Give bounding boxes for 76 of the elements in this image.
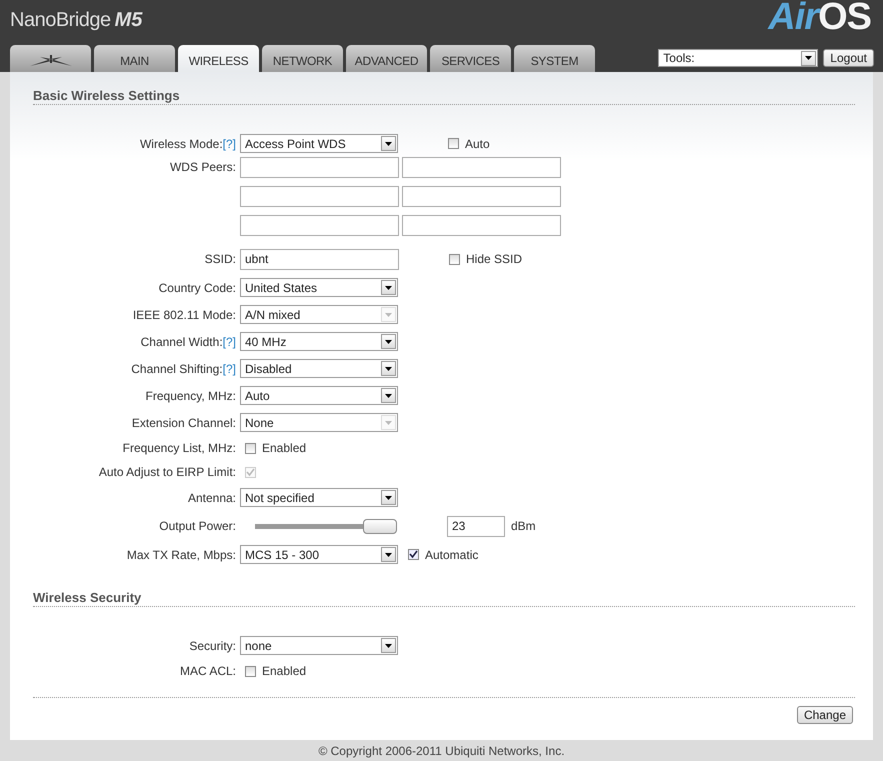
field-label: Wireless Mode: [140,136,223,150]
input-field[interactable] [240,157,399,178]
input-field[interactable] [402,215,561,236]
field-label: MAC ACL: [180,664,236,678]
tab[interactable]: MAIN [94,45,175,72]
field-label: Frequency List, MHz: [122,441,236,455]
tab[interactable]: NETWORK [262,45,343,72]
dropdown[interactable]: Disabled [240,359,398,378]
tab[interactable]: SYSTEM [514,45,595,72]
tab[interactable] [10,45,91,72]
dropdown-arrow-icon [385,394,392,398]
field-label: WDS Peers: [170,160,236,174]
checkbox-label: Automatic [425,548,478,562]
field-label: SSID: [204,252,236,266]
dropdown-arrow-icon [385,552,392,556]
help-link[interactable]: [?] [222,136,236,150]
field-label: Extension Channel: [132,416,236,430]
dropdown[interactable]: 40 MHz [240,332,398,351]
field-label: Country Code: [158,280,236,294]
dropdown-arrow-icon [385,496,392,500]
dropdown-arrow-icon [805,56,812,60]
logout-button[interactable]: Logout [823,49,874,67]
tab[interactable]: WIRELESS [178,45,259,72]
dropdown[interactable]: Auto [240,386,398,405]
tab[interactable]: ADVANCED [346,45,427,72]
checkbox[interactable] [245,666,256,676]
dropdown-arrow-icon [385,644,392,648]
section-title: Wireless Security [33,590,855,607]
dropdown[interactable]: none [240,636,398,655]
checkbox[interactable] [448,138,459,149]
field-label: Antenna: [188,490,236,504]
dropdown-arrow-icon [385,312,392,316]
tab[interactable]: SERVICES [430,45,511,72]
copyright-text: © Copyright 2006-2011 Ubiquiti Networks, Inc. [317,743,566,758]
input-field[interactable] [240,186,399,207]
help-link[interactable]: [?] [222,362,236,376]
dropdown-arrow-icon [385,340,392,344]
model-name: M5 [114,9,142,32]
checkbox[interactable] [449,254,460,264]
dropdown[interactable]: United States [240,278,398,297]
checkbox[interactable] [245,442,256,454]
tools-dropdown[interactable]: Tools: [658,49,818,67]
field-label: IEEE 802.11 Mode: [132,308,236,322]
power-field[interactable]: 23 [447,516,505,536]
dropdown-arrow-icon [385,286,392,290]
field-label: Channel Width: [140,334,223,348]
unit-label: dBm [511,519,536,533]
slider-handle[interactable] [363,518,397,534]
field-label: Output Power: [159,519,236,533]
field-label: Channel Shifting: [131,362,223,376]
dropdown[interactable]: Access Point WDS [240,134,398,153]
field-label: Max TX Rate, Mbps: [126,548,236,562]
logo: AirOS [768,0,871,39]
input-field[interactable]: ubnt [240,248,399,270]
dropdown[interactable]: MCS 15 - 300 [240,545,398,564]
field-label: Security: [189,638,236,652]
section-title: Basic Wireless Settings [33,88,855,105]
antenna-logo-icon [30,54,72,66]
checkbox-label: Auto [465,136,490,150]
power-slider[interactable] [255,518,397,534]
checkbox[interactable] [408,549,419,560]
checkbox-label: Enabled [262,664,306,678]
help-link[interactable]: [?] [222,334,236,348]
dropdown-arrow-icon [385,366,392,370]
product-name: NanoBridge [10,9,111,32]
input-field[interactable] [402,186,561,207]
dropdown[interactable]: Not specified [240,488,398,507]
checkbox-label: Hide SSID [466,252,522,266]
input-field[interactable] [402,157,561,178]
field-label: Frequency, MHz: [146,388,236,402]
dropdown-arrow-icon [385,420,392,424]
input-field[interactable] [240,215,399,236]
field-label: Auto Adjust to EIRP Limit: [98,465,236,479]
dropdown-arrow-icon [385,142,392,146]
change-button[interactable]: Change [796,706,853,724]
checkbox-label: Enabled [262,441,306,455]
